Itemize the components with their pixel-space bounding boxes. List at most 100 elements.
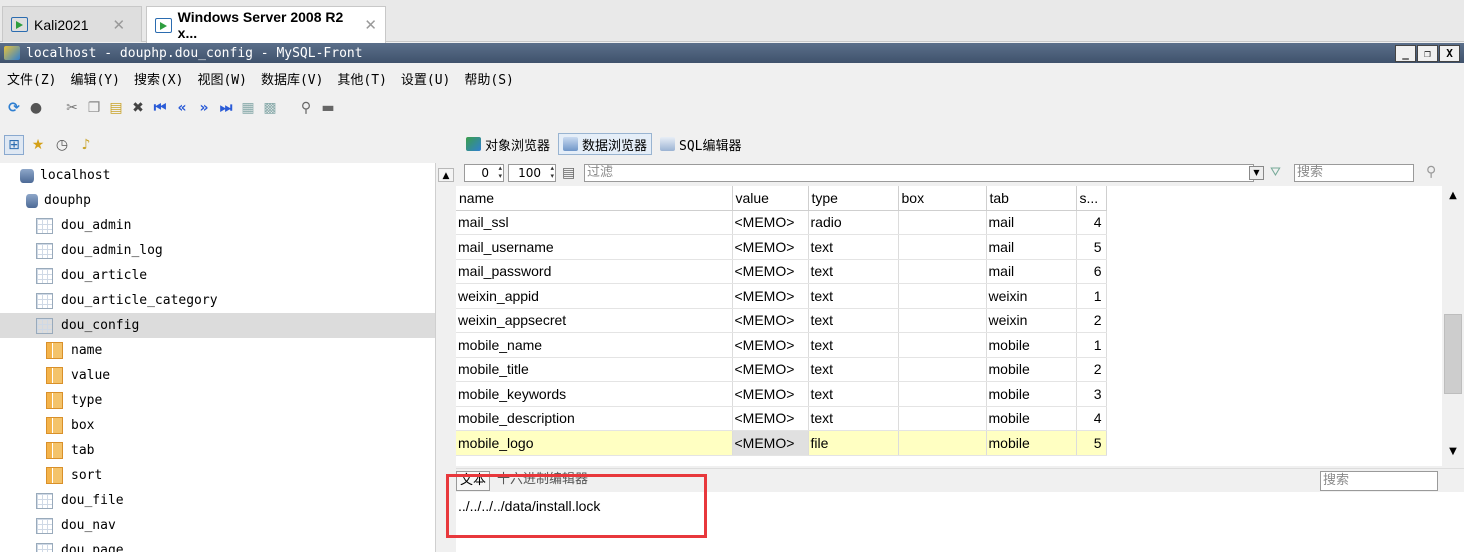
table-cell[interactable]: 5	[1076, 430, 1107, 456]
table-cell[interactable]: mobile_name	[456, 332, 733, 358]
table-cell[interactable]: weixin_appid	[456, 283, 733, 309]
chevron-down-icon[interactable]: ▼	[1249, 166, 1264, 180]
last-record-icon[interactable]: ⏭	[216, 98, 236, 118]
scroll-up-arrow-icon[interactable]: ▲	[438, 168, 454, 182]
table-cell[interactable]	[898, 210, 987, 235]
table-cell[interactable]: text	[808, 308, 899, 333]
tree-node-table[interactable]: dou_admin	[36, 213, 131, 238]
memo-search-input[interactable]: 搜索	[1320, 471, 1438, 491]
table-cell[interactable]: mobile_description	[456, 406, 733, 431]
table-cell[interactable]	[898, 332, 987, 358]
table-cell[interactable]: mobile	[986, 332, 1077, 358]
menu-help[interactable]: 帮助(S)	[457, 69, 520, 88]
previous-record-icon[interactable]: «	[172, 98, 192, 118]
vm-tab-windows[interactable]: Windows Server 2008 R2 x... ✕	[146, 6, 386, 43]
table-cell[interactable]: mobile_keywords	[456, 381, 733, 407]
table-cell[interactable]: mail	[986, 259, 1077, 284]
menu-file[interactable]: 文件(Z)	[0, 69, 63, 88]
tree-node-column[interactable]: type	[46, 388, 102, 413]
menu-edit[interactable]: 编辑(Y)	[63, 69, 126, 88]
tree-node-column[interactable]: value	[46, 363, 110, 388]
table-row[interactable]: mobile_title <MEMO> text mobile 2	[456, 357, 1107, 382]
table-cell[interactable]	[898, 234, 987, 260]
table-cell[interactable]: <MEMO>	[732, 283, 809, 309]
paste-icon[interactable]: ▤	[106, 98, 126, 118]
tree-node-table[interactable]: dou_file	[36, 488, 124, 513]
table-cell[interactable]: 6	[1076, 259, 1107, 284]
cancel-icon[interactable]: ▬	[318, 98, 338, 118]
column-header[interactable]: box	[898, 186, 987, 211]
table-cell[interactable]: mobile	[986, 357, 1077, 382]
table-row[interactable]: mail_ssl <MEMO> radio mail 4	[456, 210, 1107, 235]
table-cell[interactable]	[898, 259, 987, 284]
column-header[interactable]: type	[808, 186, 899, 211]
tree-node-database[interactable]: douphp	[26, 188, 91, 213]
tree-node-table[interactable]: dou_admin_log	[36, 238, 163, 263]
insert-record-icon[interactable]: ▦	[238, 98, 258, 118]
table-row[interactable]: weixin_appsecret <MEMO> text weixin 2	[456, 308, 1107, 333]
menu-view[interactable]: 视图(W)	[190, 69, 253, 88]
table-cell[interactable]	[898, 381, 987, 407]
table-cell[interactable]: 1	[1076, 283, 1107, 309]
table-cell[interactable]: <MEMO>	[732, 406, 809, 431]
table-cell[interactable]: text	[808, 234, 899, 260]
table-cell[interactable]	[898, 283, 987, 309]
table-cell[interactable]: mail_password	[456, 259, 733, 284]
tab-data-browser[interactable]: 数据浏览器	[558, 133, 653, 155]
offset-spinner[interactable]: 0	[464, 164, 504, 182]
table-cell[interactable]: 2	[1076, 308, 1107, 333]
print-icon[interactable]: ▤	[562, 165, 575, 181]
table-cell[interactable]: 1	[1076, 332, 1107, 358]
table-row[interactable]: mail_username <MEMO> text mail 5	[456, 234, 1107, 260]
table-cell[interactable]: <MEMO>	[732, 357, 809, 382]
table-cell[interactable]: 2	[1076, 357, 1107, 382]
table-cell[interactable]: text	[808, 332, 899, 358]
database-tree[interactable]: localhost douphp dou_admin dou_admin_log…	[0, 163, 436, 552]
table-cell[interactable]: text	[808, 406, 899, 431]
column-header[interactable]: value	[732, 186, 809, 211]
cut-icon[interactable]: ✂	[62, 98, 82, 118]
table-cell[interactable]: <MEMO>	[732, 234, 809, 260]
vm-tab-kali[interactable]: Kali2021 ✕	[2, 6, 142, 42]
table-row[interactable]: weixin_appid <MEMO> text weixin 1	[456, 283, 1107, 309]
filter-funnel-icon[interactable]: ⛛	[1270, 165, 1281, 180]
tree-node-server[interactable]: localhost	[20, 163, 110, 188]
tree-node-table-selected[interactable]: dou_config	[0, 313, 435, 338]
search-input[interactable]: 搜索	[1294, 164, 1414, 182]
menu-settings[interactable]: 设置(U)	[394, 69, 457, 88]
table-cell[interactable]: mail	[986, 234, 1077, 260]
delete-icon[interactable]: ✖	[128, 98, 148, 118]
table-cell[interactable]	[898, 406, 987, 431]
table-cell[interactable]: mail	[986, 210, 1077, 235]
menu-search[interactable]: 搜索(X)	[127, 69, 190, 88]
restore-button[interactable]: ❐	[1417, 45, 1438, 62]
table-cell[interactable]: weixin	[986, 283, 1077, 309]
close-button[interactable]: X	[1439, 45, 1460, 62]
table-row[interactable]: mail_password <MEMO> text mail 6	[456, 259, 1107, 284]
first-record-icon[interactable]: ⏮	[150, 98, 170, 118]
tree-node-table[interactable]: dou_page	[36, 538, 124, 552]
close-icon[interactable]: ✕	[113, 16, 126, 34]
table-cell[interactable]: 5	[1076, 234, 1107, 260]
limit-spinner[interactable]: 100	[508, 164, 556, 182]
close-icon[interactable]: ✕	[364, 16, 377, 34]
menu-other[interactable]: 其他(T)	[330, 69, 393, 88]
table-row[interactable]: mobile_description <MEMO> text mobile 4	[456, 406, 1107, 431]
scrollbar-thumb[interactable]	[1444, 314, 1462, 394]
table-cell[interactable]: 3	[1076, 381, 1107, 407]
table-cell[interactable]: <MEMO>	[732, 259, 809, 284]
tree-node-column[interactable]: name	[46, 338, 102, 363]
filter-input[interactable]: 过滤	[584, 164, 1254, 182]
refresh-icon[interactable]: ⟳	[4, 98, 24, 118]
table-cell[interactable]: mail_ssl	[456, 210, 733, 235]
table-cell[interactable]: <MEMO>	[732, 430, 809, 456]
search-icon[interactable]: ⚲	[1426, 164, 1436, 180]
tree-node-table[interactable]: dou_article_category	[36, 288, 218, 313]
copy-icon[interactable]: ❐	[84, 98, 104, 118]
favorites-icon[interactable]: ★	[28, 135, 48, 155]
table-cell[interactable]: text	[808, 283, 899, 309]
table-cell[interactable]: <MEMO>	[732, 381, 809, 407]
tab-sql-editor[interactable]: SQL编辑器	[656, 133, 745, 155]
table-cell[interactable]: text	[808, 381, 899, 407]
table-cell[interactable]	[898, 308, 987, 333]
